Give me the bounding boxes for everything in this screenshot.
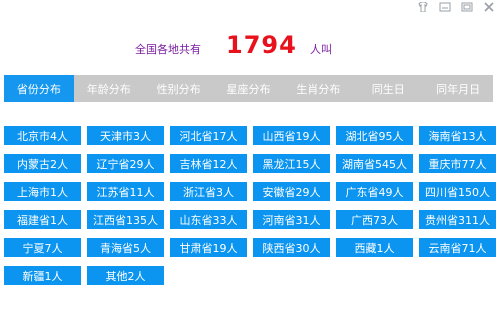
- province-button[interactable]: 新疆1人: [4, 266, 81, 285]
- province-grid: 北京市4人 天津市3人 河北省17人 山西省19人 湖北省95人 海南省13人 …: [4, 126, 496, 285]
- province-button[interactable]: 海南省13人: [419, 126, 496, 145]
- province-button[interactable]: 西藏1人: [336, 238, 413, 257]
- province-button[interactable]: 宁夏7人: [4, 238, 81, 257]
- province-button[interactable]: 广东省49人: [336, 182, 413, 201]
- province-button[interactable]: 安徽省29人: [253, 182, 330, 201]
- province-button[interactable]: 广西73人: [336, 210, 413, 229]
- province-button[interactable]: 山东省33人: [170, 210, 247, 229]
- window-controls: [415, 0, 497, 14]
- tab-same-birthday[interactable]: 同生日: [353, 75, 423, 102]
- summary-header: 全国各地共有 1794 人叫: [0, 30, 499, 64]
- province-button[interactable]: 甘肃省19人: [170, 238, 247, 257]
- tab-zodiac[interactable]: 生肖分布: [283, 75, 353, 102]
- province-button[interactable]: 湖北省95人: [336, 126, 413, 145]
- tab-gender[interactable]: 性别分布: [144, 75, 214, 102]
- province-button[interactable]: 云南省71人: [419, 238, 496, 257]
- close-icon[interactable]: [481, 1, 497, 13]
- province-button[interactable]: 其他2人: [87, 266, 164, 285]
- province-button[interactable]: 江西省135人: [87, 210, 164, 229]
- province-button[interactable]: 浙江省3人: [170, 182, 247, 201]
- province-button[interactable]: 陕西省30人: [253, 238, 330, 257]
- province-button[interactable]: 上海市1人: [4, 182, 81, 201]
- tab-constellation[interactable]: 星座分布: [214, 75, 284, 102]
- province-button[interactable]: 河北省17人: [170, 126, 247, 145]
- total-count: 1794: [226, 31, 297, 59]
- province-button[interactable]: 辽宁省29人: [87, 154, 164, 173]
- province-button[interactable]: 河南省31人: [253, 210, 330, 229]
- province-button[interactable]: 内蒙古2人: [4, 154, 81, 173]
- tab-province[interactable]: 省份分布: [4, 75, 74, 102]
- tab-bar: 省份分布 年龄分布 性别分布 星座分布 生肖分布 同生日 同年月日: [4, 75, 493, 102]
- minimize-icon[interactable]: [437, 1, 453, 13]
- province-button[interactable]: 天津市3人: [87, 126, 164, 145]
- restore-icon[interactable]: [459, 1, 475, 13]
- province-button[interactable]: 四川省150人: [419, 182, 496, 201]
- province-button[interactable]: 江苏省11人: [87, 182, 164, 201]
- province-button[interactable]: 黑龙江15人: [253, 154, 330, 173]
- province-button[interactable]: 湖南省545人: [336, 154, 413, 173]
- skin-icon[interactable]: [415, 1, 431, 13]
- tab-same-date[interactable]: 同年月日: [423, 75, 493, 102]
- province-button[interactable]: 贵州省311人: [419, 210, 496, 229]
- province-button[interactable]: 山西省19人: [253, 126, 330, 145]
- summary-suffix: 人叫: [310, 43, 332, 56]
- province-button[interactable]: 重庆市77人: [419, 154, 496, 173]
- province-button[interactable]: 青海省5人: [87, 238, 164, 257]
- province-button[interactable]: 福建省1人: [4, 210, 81, 229]
- province-button[interactable]: 北京市4人: [4, 126, 81, 145]
- province-button[interactable]: 吉林省12人: [170, 154, 247, 173]
- summary-prefix: 全国各地共有: [135, 43, 201, 56]
- tab-age[interactable]: 年龄分布: [74, 75, 144, 102]
